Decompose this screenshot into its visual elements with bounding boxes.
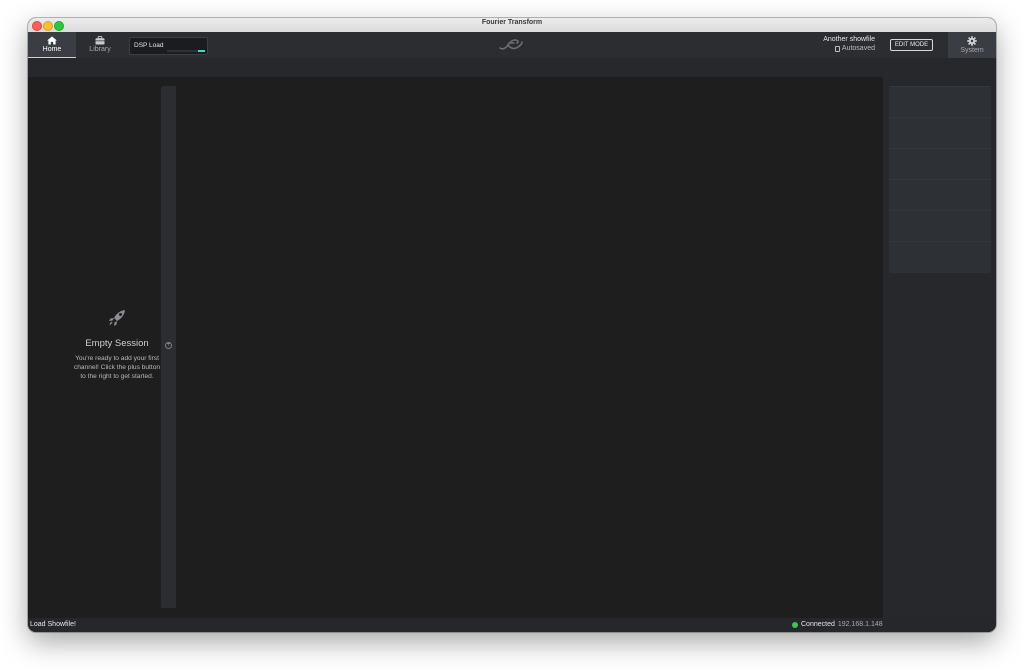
- connection-status-dot: [792, 621, 798, 628]
- showfile-name: Another showfile: [823, 36, 875, 43]
- dsp-load-label: DSP Load: [134, 42, 164, 49]
- title-bar: Fourier Transform: [28, 18, 996, 33]
- home-icon: [47, 36, 57, 45]
- empty-session-message: Empty Session You're ready to add your f…: [72, 307, 162, 381]
- nav-tab-system[interactable]: System: [948, 32, 996, 58]
- connection-status-label: Connected: [801, 621, 835, 628]
- empty-session-title: Empty Session: [85, 338, 149, 349]
- top-toolbar: Home Library DSP Load Another showfile A…: [28, 32, 996, 58]
- right-panel-row: [889, 87, 991, 118]
- right-panel-card: [889, 86, 991, 273]
- add-channel-button[interactable]: +: [165, 342, 172, 349]
- right-panel-row: [889, 118, 991, 149]
- nav-tab-system-label: System: [960, 47, 984, 54]
- right-panel-row: [889, 180, 991, 211]
- right-panel-row: [889, 211, 991, 242]
- autosave-status-label: Autosaved: [841, 45, 875, 52]
- load-showfile-link[interactable]: Load Showfile!: [30, 621, 76, 628]
- rocket-icon: [109, 310, 125, 326]
- edit-mode-button[interactable]: EDIT MODE: [890, 39, 933, 51]
- status-bar: Load Showfile! Connected 192.168.1.148: [28, 618, 996, 632]
- fourier-logo-icon: [499, 39, 523, 50]
- connection-ip: 192.168.1.148: [837, 621, 883, 628]
- dsp-load-meter: DSP Load: [129, 37, 208, 55]
- nav-tab-home[interactable]: Home: [28, 32, 76, 58]
- app-window: Fourier Transform Home Library DSP Load: [28, 18, 996, 632]
- right-panel-row: [889, 149, 991, 180]
- sub-toolbar: [28, 58, 996, 77]
- dsp-load-bar-fill: [198, 50, 205, 52]
- document-icon: [834, 45, 840, 52]
- gear-icon: [967, 36, 977, 46]
- window-title: Fourier Transform: [481, 19, 543, 26]
- dsp-load-bar: [167, 50, 205, 52]
- connection-status: Connected 192.168.1.148: [792, 621, 883, 628]
- briefcase-icon: [95, 36, 105, 45]
- autosave-status: Autosaved: [834, 45, 875, 52]
- right-panel: [883, 77, 996, 618]
- channel-strip: +: [161, 86, 176, 608]
- plus-icon: +: [166, 342, 171, 348]
- nav-tab-library-label: Library: [89, 46, 111, 53]
- nav-tab-home-label: Home: [42, 46, 62, 53]
- channel-workspace: Empty Session You're ready to add your f…: [28, 77, 883, 618]
- empty-session-description: You're ready to add your first channel! …: [73, 355, 161, 380]
- nav-tab-library[interactable]: Library: [76, 32, 124, 58]
